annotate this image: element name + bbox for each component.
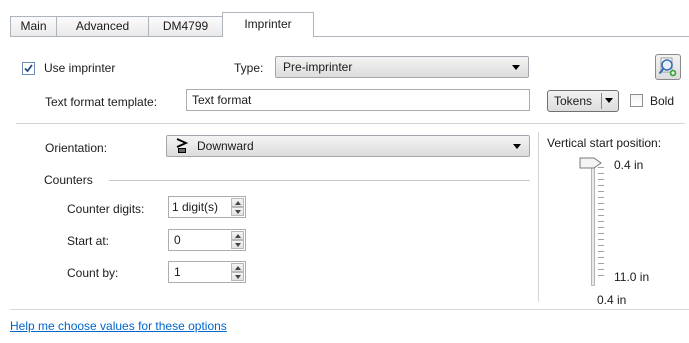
preview-button[interactable] [655, 54, 681, 80]
type-dropdown[interactable]: Pre-imprinter [275, 56, 529, 78]
text-downward-icon [176, 138, 189, 153]
footer-divider [10, 309, 689, 310]
vertical-slider-track[interactable] [591, 159, 595, 286]
counter-digits-down-button[interactable] [231, 207, 244, 216]
text-format-input[interactable]: Text format [186, 89, 530, 111]
orientation-value: Downward [197, 139, 254, 153]
tokens-button-label: Tokens [554, 94, 593, 108]
count-by-stepper[interactable]: 1 [168, 261, 246, 283]
counter-digits-stepper[interactable]: 1 digit(s) [168, 196, 246, 218]
start-at-label: Start at: [67, 234, 110, 248]
tab-advanced-label: Advanced [75, 19, 130, 33]
tab-panel-border [10, 36, 689, 37]
chevron-down-icon [605, 98, 613, 103]
vertical-divider [538, 132, 539, 302]
count-by-down-button[interactable] [231, 272, 244, 281]
start-at-stepper[interactable]: 0 [168, 229, 246, 251]
counter-digits-value: 1 digit(s) [172, 200, 219, 214]
tab-dm4799-label: DM4799 [162, 19, 209, 33]
vertical-current-value: 0.4 in [597, 293, 627, 307]
tokens-button[interactable]: Tokens [547, 90, 619, 112]
use-imprinter-checkbox[interactable] [22, 62, 35, 75]
counter-digits-up-button[interactable] [231, 198, 244, 207]
magnifier-preview-icon [658, 57, 677, 77]
orientation-label: Orientation: [45, 141, 108, 155]
count-by-up-button[interactable] [231, 263, 244, 272]
tab-dm4799[interactable]: DM4799 [148, 16, 223, 37]
type-value: Pre-imprinter [283, 60, 353, 74]
counter-digits-label: Counter digits: [67, 202, 145, 216]
vertical-bottom-label: 11.0 in [614, 270, 650, 284]
orientation-dropdown[interactable]: Downward [166, 135, 530, 157]
chevron-down-icon [512, 65, 520, 70]
text-format-label: Text format template: [45, 95, 158, 109]
tokens-divider [601, 93, 602, 109]
vertical-slider-ticks [598, 167, 604, 277]
chevron-down-icon [513, 144, 521, 149]
start-at-value: 0 [174, 233, 181, 247]
bold-label: Bold [650, 94, 675, 108]
help-link[interactable]: Help me choose values for these options [10, 319, 227, 333]
tab-advanced[interactable]: Advanced [56, 16, 149, 37]
tab-imprinter[interactable]: Imprinter [222, 12, 314, 37]
tab-main-label: Main [20, 19, 47, 33]
checkmark-icon [24, 64, 33, 73]
bold-checkbox[interactable] [630, 94, 643, 107]
count-by-label: Count by: [67, 266, 119, 280]
start-at-down-button[interactable] [231, 240, 244, 249]
count-by-value: 1 [174, 265, 181, 279]
vertical-start-label: Vertical start position: [547, 136, 662, 150]
counters-group-label: Counters [44, 173, 93, 187]
vertical-top-label: 0.4 in [614, 158, 644, 172]
start-at-up-button[interactable] [231, 231, 244, 240]
type-label: Type: [234, 61, 264, 75]
tab-imprinter-label: Imprinter [244, 17, 292, 31]
counters-group-rule [109, 180, 530, 181]
vertical-slider-thumb[interactable] [579, 157, 603, 169]
use-imprinter-label: Use imprinter [44, 61, 116, 75]
text-format-value: Text format [192, 93, 252, 107]
tab-main[interactable]: Main [10, 16, 57, 37]
section-divider [16, 123, 685, 124]
